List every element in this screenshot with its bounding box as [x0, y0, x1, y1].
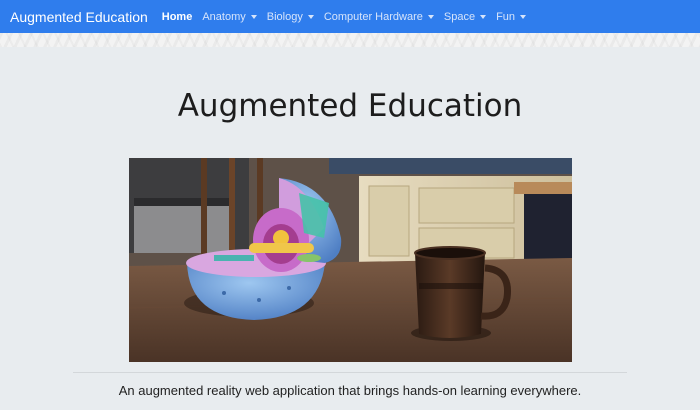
chevron-down-icon: [520, 15, 527, 19]
chevron-down-icon: [307, 15, 314, 19]
header-texture-band: [0, 33, 700, 47]
nav-home[interactable]: Home: [162, 11, 193, 23]
nav-fun-label: Fun: [496, 10, 516, 23]
chevron-down-icon: [427, 15, 434, 19]
chevron-down-icon: [480, 15, 487, 19]
section-divider: [73, 372, 627, 373]
nav-biology-dropdown[interactable]: Biology: [267, 11, 314, 23]
page-title: Augmented Education: [177, 88, 523, 124]
nav-space-dropdown[interactable]: Space: [443, 10, 487, 23]
hero-image: [129, 158, 572, 362]
top-navbar: Augmented Education Home Anatomy Biology…: [0, 0, 700, 33]
nav-fun-dropdown[interactable]: Fun: [496, 10, 527, 23]
nav-space-label: Space: [443, 10, 476, 23]
nav-home-label: Home: [161, 10, 193, 23]
brand-link[interactable]: Augmented Education: [10, 9, 148, 25]
chevron-down-icon: [250, 15, 257, 19]
nav-biology-label: Biology: [266, 10, 303, 23]
nav-anatomy-label: Anatomy: [202, 10, 246, 23]
nav-computer-hardware-dropdown[interactable]: Computer Hardware: [324, 11, 434, 23]
nav-anatomy-dropdown[interactable]: Anatomy: [202, 10, 257, 23]
nav-computer-hardware-label: Computer Hardware: [323, 10, 423, 23]
tagline-text: An augmented reality web application tha…: [118, 383, 582, 398]
